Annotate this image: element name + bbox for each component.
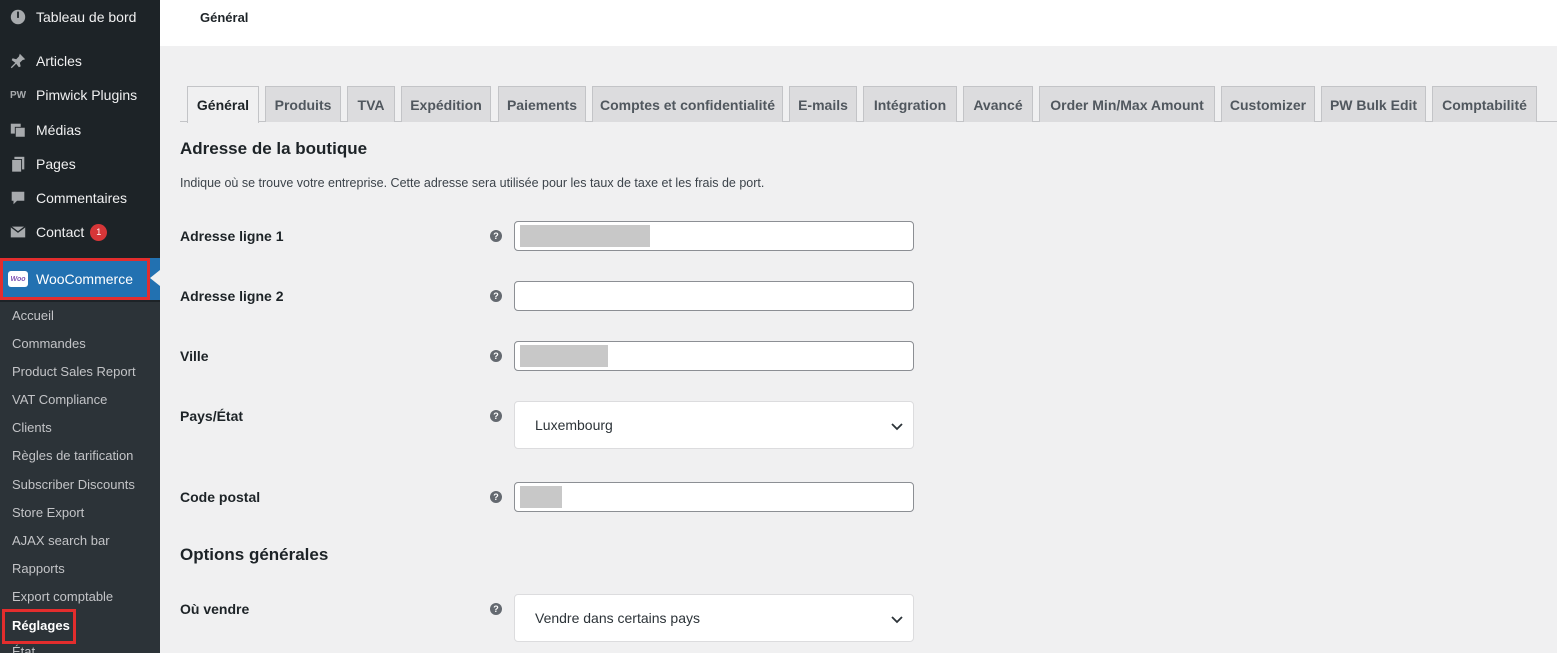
- comment-icon: [8, 188, 28, 208]
- redacted-value: [520, 225, 650, 247]
- section-description: Indique où se trouve votre entreprise. C…: [180, 176, 765, 190]
- tab-avance[interactable]: Avancé: [963, 86, 1033, 122]
- tab-expedition[interactable]: Expédition: [401, 86, 491, 122]
- tab-tva[interactable]: TVA: [347, 86, 395, 122]
- country-select-value: Luxembourg: [535, 417, 613, 433]
- submenu-item-export-comptable[interactable]: Export comptable: [12, 587, 113, 607]
- sidebar-item-label: WooCommerce: [36, 271, 133, 287]
- sidebar-item-articles[interactable]: Articles: [0, 44, 160, 78]
- tab-comptes-confidentialite[interactable]: Comptes et confidentialité: [592, 86, 783, 122]
- redacted-value: [520, 486, 562, 508]
- tab-emails[interactable]: E-mails: [789, 86, 857, 122]
- notification-badge: 1: [90, 223, 108, 241]
- submenu-item-accueil[interactable]: Accueil: [12, 306, 54, 326]
- section-heading-store-address: Adresse de la boutique: [180, 139, 368, 158]
- tab-order-min-max[interactable]: Order Min/Max Amount: [1039, 86, 1215, 122]
- submenu-item-rapports[interactable]: Rapports: [12, 559, 65, 579]
- pages-icon: [8, 154, 28, 174]
- city-input[interactable]: [514, 341, 914, 371]
- submenu-item-clients[interactable]: Clients: [12, 418, 52, 438]
- help-icon[interactable]: ?: [490, 350, 502, 362]
- help-icon[interactable]: ?: [490, 603, 502, 615]
- section-heading-general-options: Options générales: [180, 545, 329, 564]
- sidebar-item-label: Pages: [36, 156, 76, 172]
- mail-icon: [8, 222, 28, 242]
- help-icon[interactable]: ?: [490, 410, 502, 422]
- pimwick-icon: PW: [9, 89, 27, 101]
- tab-pw-bulk-edit[interactable]: PW Bulk Edit: [1321, 86, 1426, 122]
- tab-comptabilite[interactable]: Comptabilité: [1432, 86, 1537, 122]
- active-indicator-arrow: [150, 270, 160, 286]
- submenu-item-vat-compliance[interactable]: VAT Compliance: [12, 390, 107, 410]
- postcode-input[interactable]: [514, 482, 914, 512]
- tab-customizer[interactable]: Customizer: [1221, 86, 1315, 122]
- submenu-item-store-export[interactable]: Store Export: [12, 503, 84, 523]
- page-header: Général: [160, 0, 1557, 46]
- address2-input[interactable]: [514, 281, 914, 311]
- sidebar-item-contact[interactable]: Contact 1: [0, 215, 160, 249]
- chevron-down-icon: [891, 420, 903, 432]
- address1-input[interactable]: [514, 221, 914, 251]
- submenu-item-product-sales-report[interactable]: Product Sales Report: [12, 362, 136, 382]
- sidebar-item-pimwick[interactable]: PW Pimwick Plugins: [0, 78, 160, 112]
- sidebar-item-medias[interactable]: Médias: [0, 113, 160, 147]
- woocommerce-logo-icon: Woo: [8, 271, 28, 287]
- tab-produits[interactable]: Produits: [265, 86, 341, 122]
- submenu-item-pricing-rules[interactable]: Règles de tarification: [12, 446, 133, 466]
- submenu-item-subscriber-discounts[interactable]: Subscriber Discounts: [12, 475, 135, 495]
- help-icon[interactable]: ?: [490, 290, 502, 302]
- admin-sidebar: Tableau de bord Articles PW Pimwick Plug…: [0, 0, 160, 653]
- redacted-value: [520, 345, 608, 367]
- sidebar-item-comments[interactable]: Commentaires: [0, 181, 160, 215]
- help-icon[interactable]: ?: [490, 230, 502, 242]
- media-icon: [8, 120, 28, 140]
- sidebar-item-dashboard[interactable]: Tableau de bord: [0, 0, 160, 34]
- pin-icon: [8, 51, 28, 71]
- address2-label: Adresse ligne 2: [180, 288, 284, 304]
- highlight-box-reglages: [2, 609, 76, 644]
- city-label: Ville: [180, 348, 209, 364]
- tab-general[interactable]: Général: [187, 86, 259, 123]
- dashboard-icon: [8, 7, 28, 27]
- page-title: Général: [200, 10, 249, 25]
- postcode-label: Code postal: [180, 489, 261, 505]
- address1-label: Adresse ligne 1: [180, 228, 284, 244]
- submenu-item-commandes[interactable]: Commandes: [12, 334, 86, 354]
- help-icon[interactable]: ?: [490, 491, 502, 503]
- sidebar-item-label: Articles: [36, 53, 82, 69]
- sidebar-item-pages[interactable]: Pages: [0, 147, 160, 181]
- submenu-item-ajax-search-bar[interactable]: AJAX search bar: [12, 531, 110, 551]
- sidebar-item-label: Pimwick Plugins: [36, 87, 138, 103]
- sell-where-select-value: Vendre dans certains pays: [535, 610, 700, 626]
- sidebar-item-woocommerce[interactable]: Woo WooCommerce: [0, 258, 150, 300]
- sidebar-item-label: Tableau de bord: [36, 9, 137, 25]
- sidebar-item-label: Contact: [36, 224, 85, 240]
- sell-where-label: Où vendre: [180, 601, 250, 617]
- chevron-down-icon: [891, 613, 903, 625]
- sidebar-item-label: Médias: [36, 122, 82, 138]
- country-label: Pays/État: [180, 408, 244, 424]
- tab-integration[interactable]: Intégration: [863, 86, 957, 122]
- country-select[interactable]: Luxembourg: [514, 401, 914, 449]
- sell-where-select[interactable]: Vendre dans certains pays: [514, 594, 914, 642]
- tab-paiements[interactable]: Paiements: [498, 86, 586, 122]
- sidebar-item-label: Commentaires: [36, 190, 128, 206]
